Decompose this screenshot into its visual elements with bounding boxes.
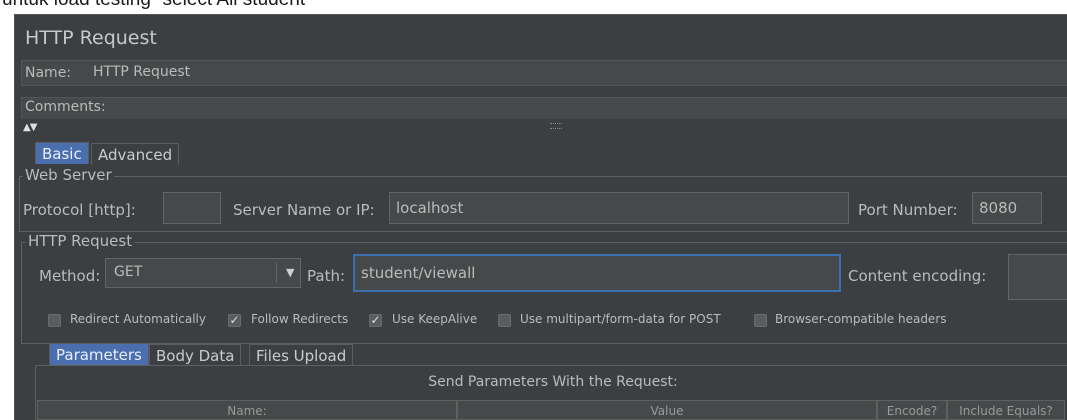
column-header-include-equals[interactable]: Include Equals? (947, 400, 1065, 420)
splitter-grip-icon[interactable] (550, 123, 562, 129)
panel-title: HTTP Request (25, 27, 157, 49)
http-request-panel: HTTP Request Name: HTTP Request Comments… (14, 14, 1067, 420)
content-encoding-input[interactable] (1008, 254, 1067, 300)
tab-basic[interactable]: Basic (35, 142, 89, 164)
method-select[interactable]: GET ▼ (105, 258, 301, 288)
web-server-group-title: Web Server (23, 166, 114, 184)
http-request-group-title: HTTP Request (26, 232, 135, 250)
tab-parameters[interactable]: Parameters (49, 343, 149, 365)
tab-files-upload[interactable]: Files Upload (249, 344, 354, 366)
checkmark-icon: ✓ (370, 313, 381, 327)
column-header-encode[interactable]: Encode? (877, 400, 947, 420)
browser-compatible-headers-label: Browser-compatible headers (775, 312, 947, 326)
redirect-automatically-checkbox[interactable] (48, 314, 61, 327)
name-label: Name: (25, 65, 72, 81)
splitter-arrows-icon[interactable]: ▲▼ (23, 122, 37, 133)
server-label: Server Name or IP: (233, 201, 375, 219)
chevron-down-icon[interactable]: ▼ (286, 266, 294, 279)
path-label: Path: (307, 267, 346, 285)
follow-redirects-checkbox[interactable]: ✓ (228, 314, 241, 327)
path-input[interactable]: student/viewall (353, 254, 841, 292)
tab-body-data[interactable]: Body Data (149, 344, 242, 366)
redirect-automatically-label: Redirect Automatically (70, 312, 206, 326)
use-keepalive-checkbox[interactable]: ✓ (369, 314, 382, 327)
use-keepalive-label: Use KeepAlive (392, 312, 478, 326)
content-encoding-label: Content encoding: (848, 267, 987, 285)
protocol-input[interactable] (163, 192, 221, 224)
comments-row (21, 97, 1067, 119)
port-label: Port Number: (858, 201, 958, 219)
method-select-value: GET (114, 264, 143, 280)
browser-compatible-headers-checkbox[interactable] (754, 314, 767, 327)
use-multipart-label: Use multipart/form-data for POST (520, 312, 721, 326)
protocol-label: Protocol [http]: (23, 201, 136, 219)
port-input[interactable]: 8080 (972, 192, 1042, 224)
server-input[interactable]: localhost (389, 192, 849, 224)
name-input[interactable]: HTTP Request (87, 59, 1067, 87)
tab-advanced[interactable]: Advanced (91, 143, 180, 165)
column-header-name[interactable]: Name: (37, 400, 457, 420)
comments-label: Comments: (25, 99, 106, 115)
document-caption: untuk load testing “select All student” (0, 0, 1067, 11)
use-multipart-checkbox[interactable] (498, 314, 511, 327)
follow-redirects-label: Follow Redirects (251, 312, 349, 326)
checkmark-icon: ✓ (229, 313, 240, 327)
method-label: Method: (39, 267, 101, 285)
method-select-separator (276, 263, 277, 283)
parameters-table-title: Send Parameters With the Request: (428, 374, 678, 390)
column-header-value[interactable]: Value (457, 400, 877, 420)
